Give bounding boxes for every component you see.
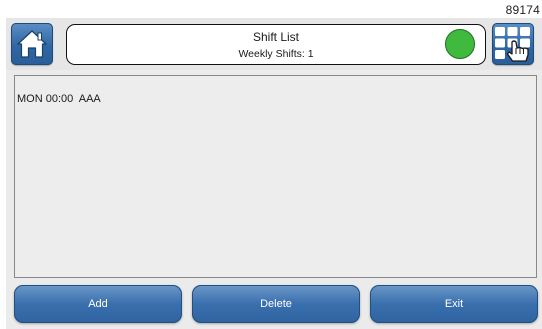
weekly-shifts-count: Weekly Shifts: 1 [238, 48, 314, 60]
device-id: 89174 [505, 3, 540, 17]
list-item[interactable]: MON 00:00 AAA [17, 93, 101, 105]
home-icon [17, 30, 47, 58]
screen: Shift List Weekly Shifts: 1 MON 00:00 AA… [6, 18, 542, 329]
title-box: Shift List Weekly Shifts: 1 [66, 24, 486, 65]
page-title: Shift List [252, 30, 300, 44]
home-button[interactable] [11, 23, 53, 65]
keypad-hand-icon [495, 27, 530, 62]
shift-list[interactable]: MON 00:00 AAA [14, 75, 537, 278]
header-bar: Shift List Weekly Shifts: 1 [6, 18, 542, 70]
exit-button[interactable]: Exit [370, 285, 538, 323]
delete-button[interactable]: Delete [192, 285, 360, 323]
status-indicator [445, 29, 475, 59]
menu-button[interactable] [492, 23, 534, 65]
add-button[interactable]: Add [14, 285, 182, 323]
